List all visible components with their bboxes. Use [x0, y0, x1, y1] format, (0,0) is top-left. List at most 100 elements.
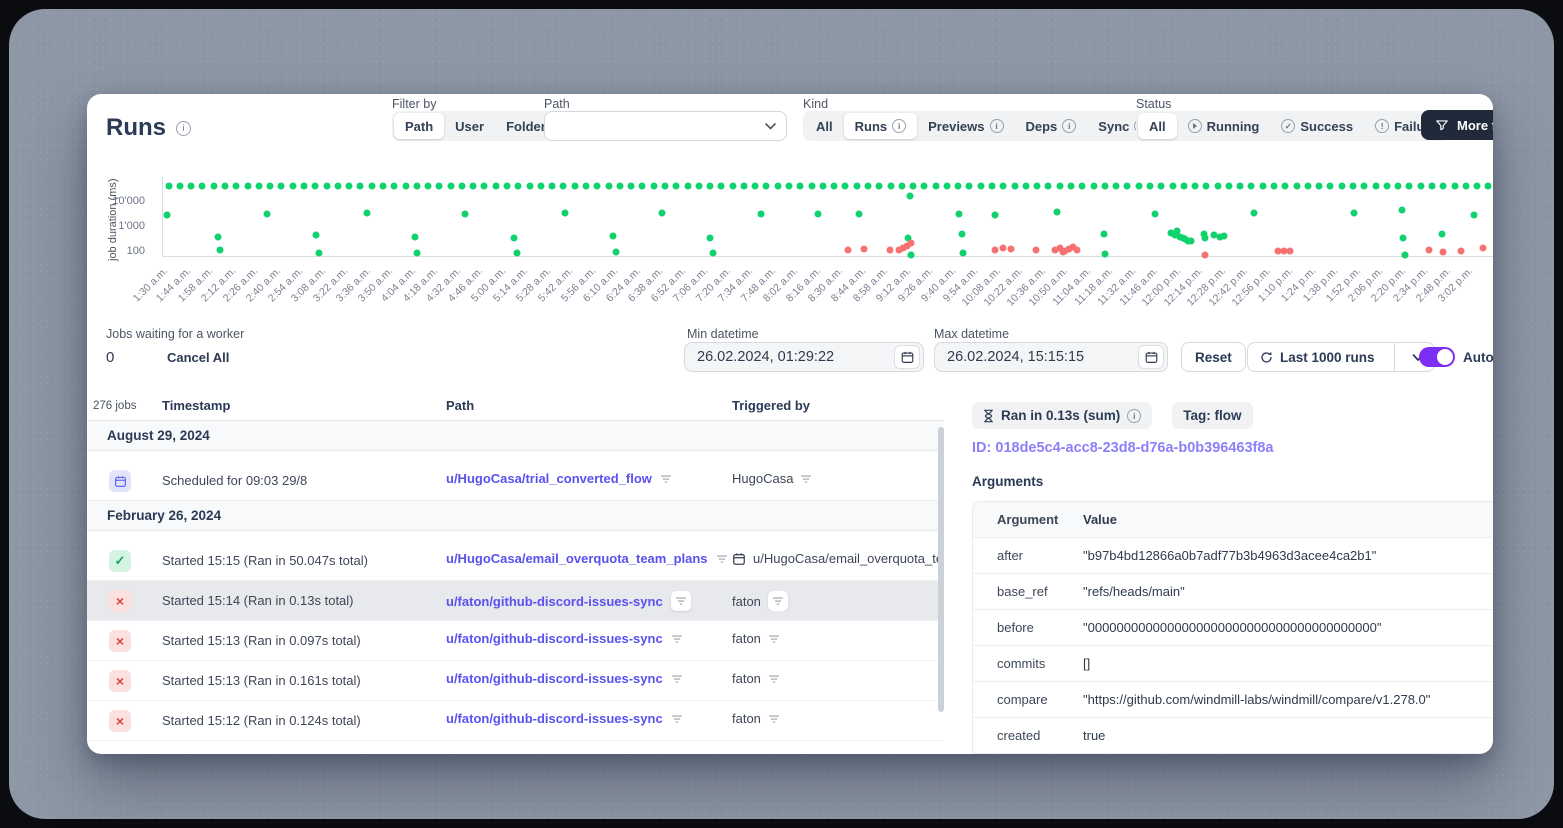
path-filter-select[interactable] [544, 111, 787, 141]
run-dot-success[interactable] [1316, 182, 1323, 189]
run-dot-success[interactable] [959, 249, 966, 256]
run-dot-success[interactable] [786, 182, 793, 189]
run-dot-success[interactable] [312, 182, 319, 189]
run-dot-success[interactable] [447, 182, 454, 189]
run-dot-failure[interactable] [886, 246, 893, 253]
max-datetime-input[interactable]: 26.02.2024, 15:15:15 [934, 342, 1168, 372]
run-dot-success[interactable] [752, 182, 759, 189]
run-dot-success[interactable] [514, 249, 521, 256]
run-row[interactable]: ×Started 15:12 (Ran in 0.124s total)u/fa… [87, 701, 944, 741]
run-dot-success[interactable] [842, 182, 849, 189]
run-dot-success[interactable] [1045, 182, 1052, 189]
run-dot-success[interactable] [411, 234, 418, 241]
run-dot-success[interactable] [217, 246, 224, 253]
run-dot-success[interactable] [808, 182, 815, 189]
reset-button[interactable]: Reset [1181, 342, 1246, 372]
last-runs-button[interactable]: Last 1000 runs [1247, 342, 1435, 372]
run-dot-success[interactable] [695, 182, 702, 189]
cancel-all-button[interactable]: Cancel All [167, 350, 229, 365]
filter-by-path-icon[interactable] [671, 673, 683, 685]
run-dot-success[interactable] [1440, 182, 1447, 189]
run-dot-success[interactable] [1056, 182, 1063, 189]
run-dot-success[interactable] [906, 192, 913, 199]
run-dot-success[interactable] [526, 182, 533, 189]
run-dot-success[interactable] [458, 182, 465, 189]
filter-by-path-icon[interactable] [671, 713, 683, 725]
run-dot-success[interactable] [661, 182, 668, 189]
run-dot-success[interactable] [989, 182, 996, 189]
filterby-option-user[interactable]: User [444, 113, 495, 139]
run-dot-success[interactable] [1090, 182, 1097, 189]
run-dot-success[interactable] [659, 209, 666, 216]
run-dot-failure[interactable] [999, 244, 1006, 251]
run-dot-success[interactable] [639, 182, 646, 189]
run-dot-success[interactable] [740, 182, 747, 189]
run-dot-success[interactable] [1451, 182, 1458, 189]
run-path-link[interactable]: u/faton/github-discord-issues-sync [446, 711, 663, 726]
run-dot-success[interactable] [1485, 182, 1492, 189]
run-dot-success[interactable] [504, 182, 511, 189]
run-dot-failure[interactable] [1440, 248, 1447, 255]
run-dot-success[interactable] [609, 233, 616, 240]
run-dot-success[interactable] [943, 182, 950, 189]
filter-by-trigger-icon[interactable] [768, 713, 780, 725]
run-dot-success[interactable] [1079, 182, 1086, 189]
run-dot-success[interactable] [214, 234, 221, 241]
run-dot-success[interactable] [571, 182, 578, 189]
run-row[interactable]: Scheduled for 09:03 29/8u/HugoCasa/trial… [87, 461, 944, 501]
run-dot-success[interactable] [1101, 182, 1108, 189]
run-dot-success[interactable] [1395, 182, 1402, 189]
run-dot-success[interactable] [413, 182, 420, 189]
run-dot-success[interactable] [470, 182, 477, 189]
run-dot-success[interactable] [908, 252, 915, 259]
run-dot-success[interactable] [1304, 182, 1311, 189]
kind-option-previews[interactable]: Previewsi [917, 113, 1014, 139]
run-dot-success[interactable] [1225, 182, 1232, 189]
run-dot-success[interactable] [1351, 210, 1358, 217]
run-dot-success[interactable] [1372, 182, 1379, 189]
run-dot-success[interactable] [1203, 182, 1210, 189]
run-dot-success[interactable] [368, 182, 375, 189]
run-dot-success[interactable] [165, 182, 172, 189]
duration-badge[interactable]: Ran in 0.13s (sum) i [972, 402, 1152, 429]
run-dot-success[interactable] [323, 182, 330, 189]
run-dot-success[interactable] [334, 182, 341, 189]
run-dot-success[interactable] [1187, 238, 1194, 245]
run-dot-success[interactable] [612, 248, 619, 255]
run-dot-success[interactable] [1350, 182, 1357, 189]
run-dot-success[interactable] [255, 182, 262, 189]
run-dot-success[interactable] [605, 182, 612, 189]
run-dot-success[interactable] [1282, 182, 1289, 189]
run-dot-success[interactable] [729, 182, 736, 189]
run-dot-success[interactable] [1169, 182, 1176, 189]
run-dot-success[interactable] [887, 182, 894, 189]
status-option-all[interactable]: All [1138, 113, 1177, 139]
run-dot-success[interactable] [537, 182, 544, 189]
runs-info-icon[interactable]: i [176, 121, 191, 136]
run-dot-success[interactable] [1135, 182, 1142, 189]
run-dot-success[interactable] [594, 182, 601, 189]
run-dot-failure[interactable] [1425, 247, 1432, 254]
run-dot-success[interactable] [1151, 210, 1158, 217]
run-path-link[interactable]: u/HugoCasa/email_overquota_team_plans [446, 551, 708, 566]
run-dot-success[interactable] [1202, 235, 1209, 242]
run-dot-success[interactable] [797, 182, 804, 189]
run-dot-success[interactable] [819, 182, 826, 189]
run-dot-success[interactable] [402, 182, 409, 189]
run-dot-success[interactable] [1327, 182, 1334, 189]
run-dot-success[interactable] [379, 182, 386, 189]
run-dot-success[interactable] [1474, 182, 1481, 189]
run-dot-success[interactable] [977, 182, 984, 189]
run-dot-success[interactable] [222, 182, 229, 189]
run-dot-success[interactable] [436, 182, 443, 189]
run-row[interactable]: ×Started 15:13 (Ran in 0.161s total)u/fa… [87, 661, 944, 701]
run-dot-success[interactable] [864, 182, 871, 189]
run-dot-success[interactable] [357, 182, 364, 189]
run-dot-success[interactable] [1361, 182, 1368, 189]
run-dot-success[interactable] [1259, 182, 1266, 189]
run-row[interactable]: ×Started 15:14 (Ran in 0.13s total)u/fat… [87, 581, 944, 621]
run-dot-success[interactable] [709, 249, 716, 256]
run-dot-success[interactable] [1192, 182, 1199, 189]
run-dot-success[interactable] [1383, 182, 1390, 189]
run-dot-success[interactable] [958, 230, 965, 237]
